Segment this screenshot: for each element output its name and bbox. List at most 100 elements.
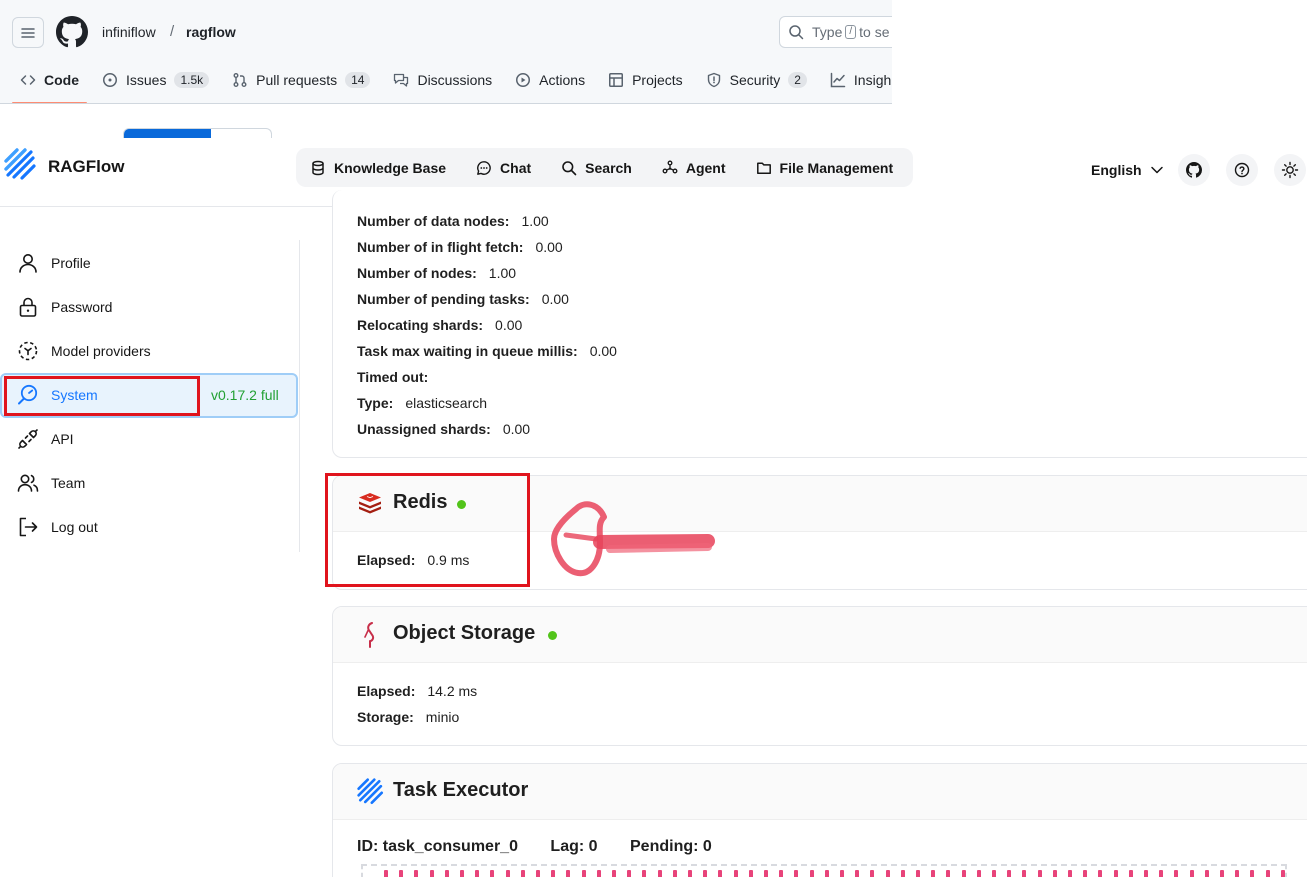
- tab-pull-requests[interactable]: Pull requests 14: [224, 62, 378, 98]
- folder-icon: [756, 161, 771, 174]
- task-executor-bar: [1220, 870, 1224, 877]
- nav-agent[interactable]: Agent: [662, 160, 726, 176]
- user-icon: [19, 254, 37, 273]
- es-row: Unassigned shards: 0.00: [357, 421, 530, 437]
- chat-icon: [477, 160, 491, 175]
- task-executor-bar: [946, 870, 950, 877]
- tab-code[interactable]: Code: [12, 62, 87, 103]
- task-executor-bar: [886, 870, 890, 877]
- es-value: 0.00: [502, 421, 531, 437]
- task-executor-bar: [901, 870, 905, 877]
- sidebar-item-label: Model providers: [51, 343, 151, 359]
- object-storage-card-header: Object Storage: [333, 607, 1307, 663]
- github-search-input[interactable]: Type / to se: [779, 16, 892, 48]
- repo-owner-link[interactable]: infiniflow: [102, 24, 156, 40]
- task-executor-bar: [627, 870, 631, 877]
- object-storage-type-key: Storage:: [357, 709, 414, 725]
- task-executor-bar: [962, 870, 966, 877]
- language-value: English: [1091, 162, 1142, 178]
- github-link-button[interactable]: [1178, 154, 1210, 186]
- task-executor-bar: [718, 870, 722, 877]
- es-value: 0.00: [495, 317, 523, 333]
- graph-icon: [830, 72, 846, 88]
- nav-knowledge-base[interactable]: Knowledge Base: [310, 160, 446, 176]
- nav-label: Knowledge Base: [334, 159, 447, 176]
- es-row: Type: elasticsearch: [357, 395, 487, 411]
- nav-file-management[interactable]: File Management: [756, 160, 893, 176]
- task-executor-bar: [1098, 870, 1102, 877]
- task-executor-bar: [460, 870, 464, 877]
- task-executor-chart-area: [361, 864, 1287, 877]
- github-header: infiniflow / ragflow Type / to se Code I…: [0, 0, 892, 104]
- task-executor-bar: [475, 870, 479, 877]
- path-separator: /: [170, 23, 175, 40]
- ragflow-logo-icon[interactable]: [4, 148, 38, 185]
- github-logo-icon[interactable]: [56, 16, 88, 51]
- task-executor-bar: [582, 870, 586, 877]
- task-executor-bar: [855, 870, 859, 877]
- task-executor-bar: [673, 870, 677, 877]
- task-executor-card-header: Task Executor: [333, 764, 1307, 820]
- help-button[interactable]: [1226, 154, 1258, 186]
- nav-search[interactable]: Search: [561, 160, 632, 176]
- tab-security[interactable]: Security 2: [698, 62, 815, 98]
- sidebar-item-api[interactable]: API: [16, 417, 74, 461]
- sidebar-item-model-providers[interactable]: Model providers: [16, 329, 151, 373]
- task-executor-bar: [1205, 870, 1209, 877]
- shield-icon: [707, 72, 720, 88]
- task-executor-bar: [688, 870, 692, 877]
- pr-count-badge: 14: [345, 72, 371, 88]
- es-row: Task max waiting in queue millis: 0.00: [357, 343, 617, 359]
- database-icon: [312, 160, 324, 175]
- hamburger-icon: [21, 27, 35, 38]
- task-executor-lag: Lag: 0: [550, 838, 598, 855]
- es-value: 0.00: [541, 291, 569, 307]
- sidebar-item-log-out[interactable]: Log out: [16, 505, 98, 549]
- sidebar-item-password[interactable]: Password: [16, 285, 112, 329]
- tab-projects[interactable]: Projects: [600, 62, 691, 98]
- task-executor-bar: [506, 870, 510, 877]
- nav-label: Agent: [685, 159, 726, 176]
- theme-toggle-button[interactable]: [1274, 154, 1306, 186]
- tab-issues[interactable]: Issues 1.5k: [94, 62, 217, 98]
- sidebar-item-label: Log out: [51, 519, 98, 535]
- task-executor-bar: [916, 870, 920, 877]
- play-icon: [516, 73, 531, 87]
- task-executor-bar: [764, 870, 768, 877]
- tab-label: Discussions: [417, 72, 493, 88]
- table-icon: [609, 73, 624, 87]
- object-storage-type-row: Storage: minio: [357, 709, 459, 725]
- github-icon: [1186, 162, 1202, 178]
- task-executor-bar: [1083, 870, 1087, 877]
- tab-discussions[interactable]: Discussions: [385, 62, 500, 98]
- task-executor-bar: [794, 870, 798, 877]
- discussion-icon: [394, 73, 409, 87]
- task-executor-bar: [734, 870, 738, 877]
- sidebar-item-team[interactable]: Team: [16, 461, 85, 505]
- task-executor-bar: [490, 870, 494, 877]
- annotation-red-box: [325, 473, 530, 587]
- hamburger-menu-button[interactable]: [12, 17, 44, 48]
- language-select[interactable]: English: [1091, 162, 1164, 178]
- tab-label: Security: [729, 72, 781, 88]
- app-name[interactable]: RAGFlow: [48, 157, 125, 177]
- tab-insights[interactable]: Insigh: [822, 62, 892, 98]
- task-executor-bar: [414, 870, 418, 877]
- model-icon: [18, 341, 38, 361]
- sidebar-item-system[interactable]: System: [16, 373, 98, 417]
- sidebar-item-profile[interactable]: Profile: [16, 241, 91, 285]
- logout-icon: [19, 517, 38, 537]
- repo-name-link[interactable]: ragflow: [186, 24, 236, 40]
- es-value: 0.00: [535, 239, 563, 255]
- repo-tabs: Code Issues 1.5k Pull requests 14 Discus…: [12, 62, 892, 103]
- task-executor-bar: [612, 870, 616, 877]
- es-key: Number of nodes:: [357, 265, 477, 281]
- tab-actions[interactable]: Actions: [507, 62, 593, 98]
- task-executor-bar: [521, 870, 525, 877]
- task-executor-bar: [1129, 870, 1133, 877]
- nav-chat[interactable]: Chat: [476, 160, 531, 176]
- task-executor-pending: Pending: 0: [630, 838, 712, 855]
- search-icon: [562, 160, 577, 175]
- object-storage-elapsed-row: Elapsed: 14.2 ms: [357, 683, 477, 699]
- tab-label: Insigh: [853, 72, 892, 88]
